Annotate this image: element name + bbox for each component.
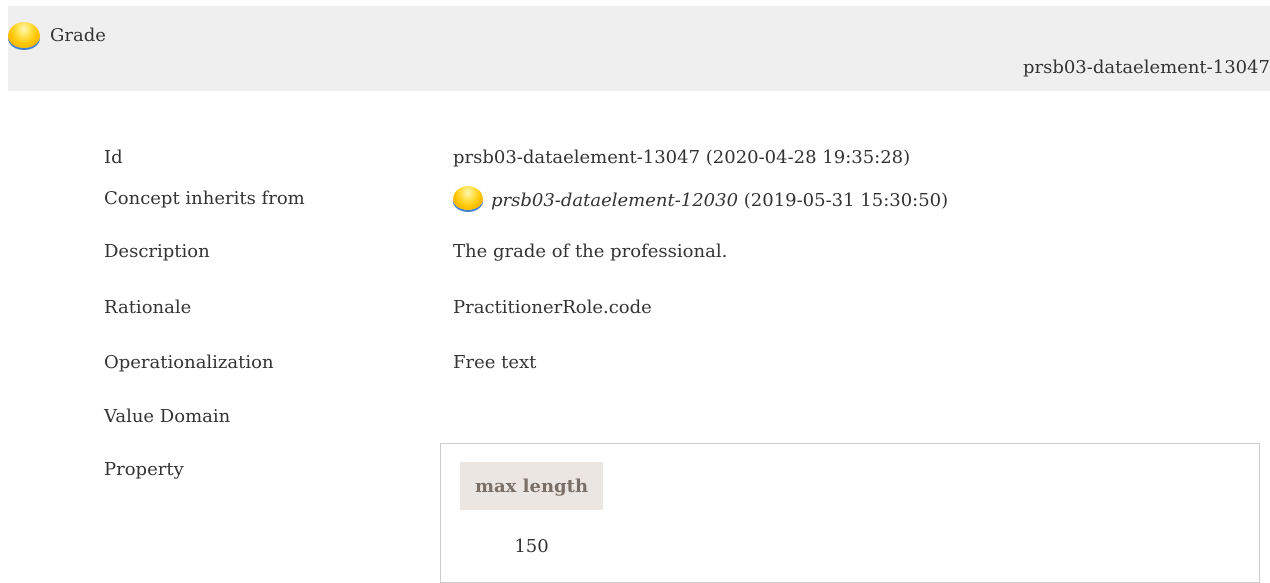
- value-domain-label: Value Domain: [104, 406, 231, 427]
- inherits-label: Concept inherits from: [104, 188, 305, 209]
- inherits-date: (2019-05-31 15:30:50): [738, 189, 949, 211]
- inherits-value: prsb03-dataelement-12030 (2019-05-31 15:…: [453, 186, 949, 212]
- inherits-link[interactable]: prsb03-dataelement-12030: [491, 190, 738, 211]
- property-table-value: 150: [514, 536, 549, 557]
- concept-element-id: prsb03-dataelement-13047: [1022, 57, 1270, 78]
- rationale-row: Rationale PractitionerRole.code: [0, 297, 1270, 327]
- inherits-row: Concept inherits from prsb03-dataelement…: [0, 186, 1270, 218]
- property-table: max length 150: [440, 443, 1260, 583]
- id-value: prsb03-dataelement-13047 (2020-04-28 19:…: [453, 147, 911, 168]
- concept-title-text: Grade: [50, 24, 106, 46]
- description-label: Description: [104, 241, 210, 262]
- concept-title: Grade: [8, 22, 106, 48]
- rationale-value: PractitionerRole.code: [453, 297, 652, 318]
- id-label: Id: [104, 147, 123, 168]
- rationale-label: Rationale: [104, 297, 192, 318]
- operationalization-label: Operationalization: [104, 352, 274, 373]
- id-row: Id prsb03-dataelement-13047 (2020-04-28 …: [0, 147, 1270, 177]
- concept-header: Grade prsb03-dataelement-13047: [8, 6, 1270, 91]
- operationalization-row: Operationalization Free text: [0, 352, 1270, 382]
- description-value: The grade of the professional.: [453, 241, 728, 262]
- description-row: Description The grade of the professiona…: [0, 241, 1270, 271]
- property-label: Property: [104, 459, 184, 480]
- status-orb-icon: [8, 22, 40, 48]
- status-orb-icon: [453, 186, 483, 210]
- value-domain-row: Value Domain: [0, 406, 1270, 436]
- operationalization-value: Free text: [453, 352, 537, 373]
- property-table-header: max length: [460, 462, 603, 510]
